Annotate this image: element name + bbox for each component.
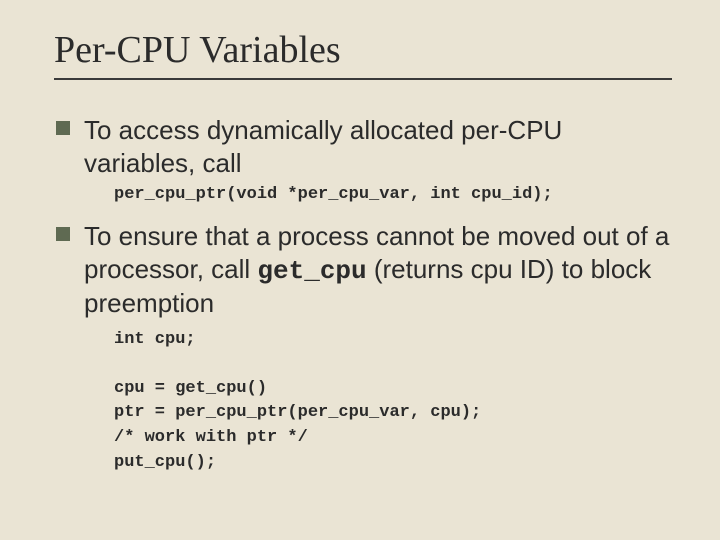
square-bullet-icon <box>56 121 70 135</box>
bullet-item: To ensure that a process cannot be moved… <box>54 220 672 475</box>
bullet-text: To access dynamically allocated per-CPU … <box>84 114 672 179</box>
slide: Per-CPU Variables To access dynamically … <box>0 0 720 540</box>
bullet-item: To access dynamically allocated per-CPU … <box>54 114 672 204</box>
code-line: per_cpu_ptr(void *per_cpu_var, int cpu_i… <box>114 185 672 204</box>
square-bullet-icon <box>56 227 70 241</box>
code-block: int cpu; cpu = get_cpu() ptr = per_cpu_p… <box>114 328 672 476</box>
slide-title: Per-CPU Variables <box>54 28 672 72</box>
bullet-list: To access dynamically allocated per-CPU … <box>54 114 672 475</box>
bullet-text: To ensure that a process cannot be moved… <box>84 220 672 320</box>
inline-code: get_cpu <box>257 256 366 286</box>
title-underline <box>54 78 672 80</box>
